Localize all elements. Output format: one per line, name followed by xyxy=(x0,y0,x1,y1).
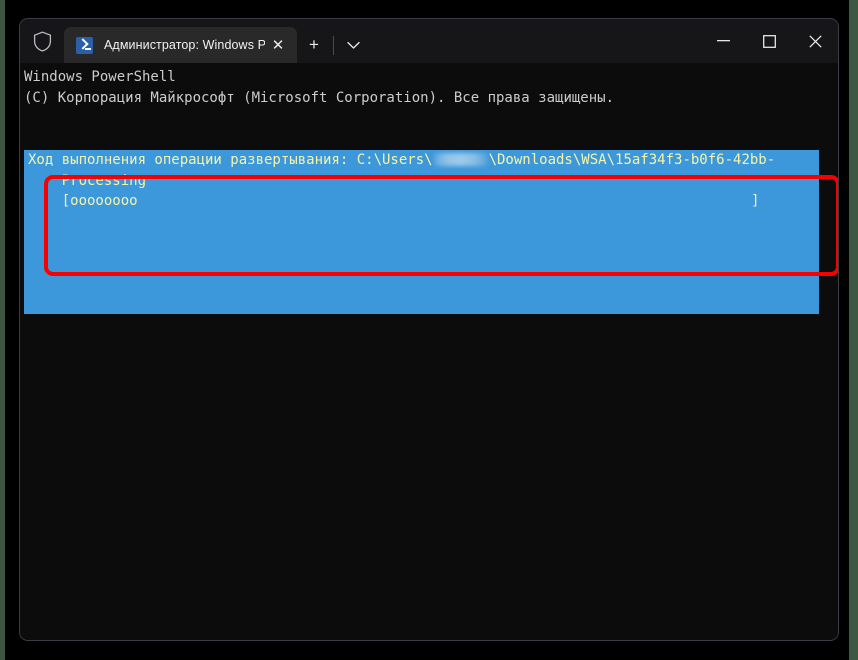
close-window-button[interactable] xyxy=(792,19,838,63)
title-bar[interactable]: Администратор: Windows Pc ✕ + xyxy=(20,19,838,63)
powershell-icon xyxy=(76,36,93,54)
shield-icon xyxy=(20,19,64,63)
processing-status-line: Processing xyxy=(28,172,147,189)
progress-path-prefix: Ход выполнения операции развертывания: C… xyxy=(28,152,433,168)
redacted-username-blur xyxy=(433,153,488,166)
progress-path-suffix: \Downloads\WSA\15af34f3-b0f6-42bb- xyxy=(488,152,776,168)
windows-terminal-window: Администратор: Windows Pc ✕ + Windows Po… xyxy=(19,18,839,641)
caption-buttons xyxy=(700,19,838,63)
terminal-tab[interactable]: Администратор: Windows Pc ✕ xyxy=(64,27,297,63)
deployment-progress-line: Ход выполнения операции развертывания: C… xyxy=(24,150,819,171)
tab-title: Администратор: Windows Pc xyxy=(104,38,265,52)
tab-separator xyxy=(333,36,334,55)
progress-blank-line xyxy=(24,273,819,294)
console-line: (C) Корпорация Майкрософт (Microsoft Cor… xyxy=(24,89,615,106)
console-output-area[interactable]: Windows PowerShell (C) Корпорация Майкро… xyxy=(20,63,838,640)
deployment-progress-region: Ход выполнения операции развертывания: C… xyxy=(24,150,819,314)
progress-bar-fill: [oooooooo xyxy=(28,193,138,209)
progress-bar-line: [oooooooo] xyxy=(24,191,819,212)
progress-blank-line xyxy=(24,232,819,253)
desktop-background: Администратор: Windows Pc ✕ + Windows Po… xyxy=(0,0,858,660)
progress-blank-line xyxy=(24,294,819,315)
minimize-button[interactable] xyxy=(700,19,746,63)
chevron-down-icon[interactable] xyxy=(336,27,370,63)
desktop-edge-left xyxy=(0,0,5,660)
console-header: Windows PowerShell (C) Корпорация Майкро… xyxy=(20,63,838,108)
progress-blank-line xyxy=(24,212,819,233)
progress-blank-line xyxy=(24,253,819,274)
desktop-edge-right xyxy=(849,0,858,660)
console-line: Windows PowerShell xyxy=(24,69,176,85)
close-tab-button[interactable]: ✕ xyxy=(265,32,291,58)
progress-bar-end-bracket: ] xyxy=(751,193,760,209)
maximize-button[interactable] xyxy=(746,19,792,63)
new-tab-button[interactable]: + xyxy=(297,27,331,63)
